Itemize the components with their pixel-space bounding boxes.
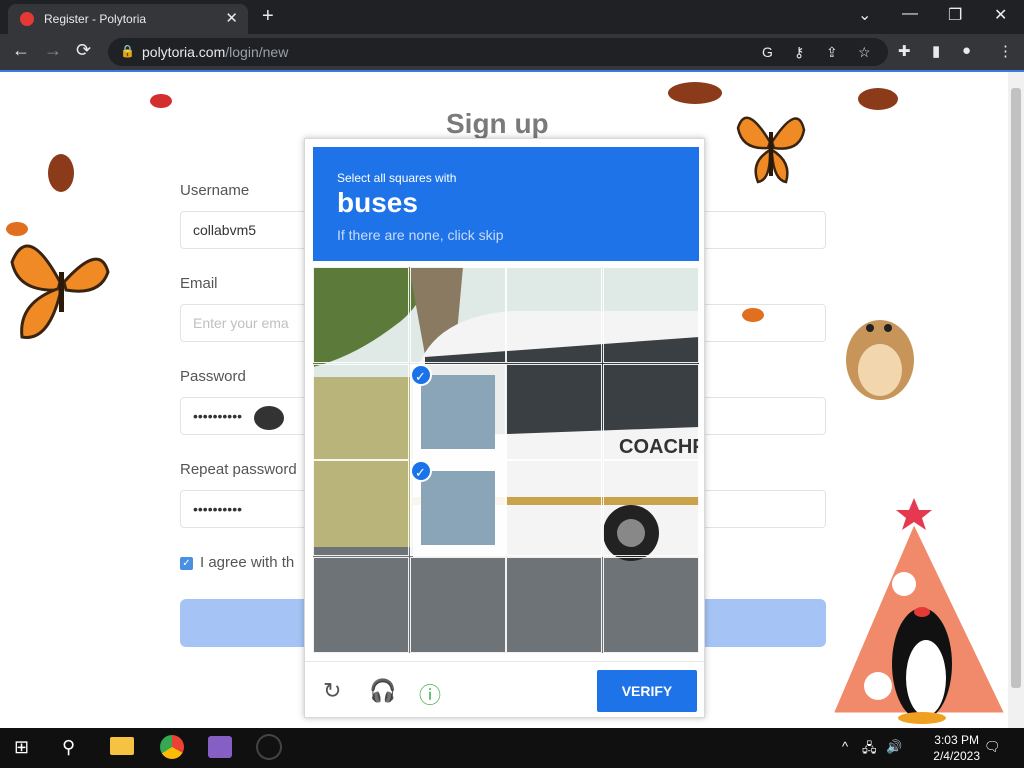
captcha-instruction: Select all squares with <box>337 171 457 185</box>
captcha-tile[interactable] <box>313 363 409 460</box>
checkmark-icon: ✓ <box>409 363 432 386</box>
reload-button[interactable]: ⟳ <box>76 40 91 61</box>
clock-time: 3:03 PM <box>934 733 979 747</box>
new-tab-button[interactable]: + <box>262 5 274 28</box>
password-label: Password <box>180 368 246 385</box>
captcha-tile[interactable]: ✓ <box>409 363 506 460</box>
captcha-tile[interactable] <box>409 267 506 363</box>
network-icon[interactable]: 🖧 <box>862 739 877 761</box>
repeat-password-label: Repeat password <box>180 461 297 478</box>
google-icon[interactable]: G <box>762 44 773 60</box>
captcha-tile[interactable] <box>602 460 699 556</box>
captcha-tile[interactable] <box>602 556 699 653</box>
close-window-button[interactable]: ✕ <box>994 5 1007 25</box>
url-text: polytoria.com/login/new <box>142 44 289 60</box>
cockroach-icon <box>858 88 898 110</box>
hamster-icon <box>846 320 914 400</box>
bookmark-star-icon[interactable]: ☆ <box>858 44 871 61</box>
captcha-tile[interactable] <box>506 556 602 653</box>
captcha-tile-image <box>420 374 495 449</box>
tab-title: Register - Polytoria <box>44 12 147 26</box>
address-bar[interactable]: 🔒 polytoria.com/login/new G ⚷ ⇪ ☆ <box>108 38 888 66</box>
captcha-image-grid: COACHPA ✓✓ <box>313 267 699 653</box>
captcha-dialog: Select all squares with buses If there a… <box>304 138 705 718</box>
captcha-tile[interactable] <box>409 556 506 653</box>
search-icon[interactable]: ⚲ <box>62 737 75 758</box>
captcha-tile[interactable] <box>313 460 409 556</box>
captcha-header: Select all squares with buses If there a… <box>313 147 699 261</box>
captcha-tile[interactable] <box>602 267 699 363</box>
pingu-app-icon[interactable] <box>258 736 280 758</box>
page-scrollbar[interactable] <box>1008 72 1024 728</box>
ladybug-icon <box>6 222 28 236</box>
tab-close-icon[interactable]: ✕ <box>225 9 238 27</box>
visual-studio-icon[interactable] <box>208 736 232 758</box>
butterfly-icon <box>10 244 110 339</box>
email-label: Email <box>180 275 218 292</box>
refresh-icon[interactable]: ↻ <box>323 678 341 704</box>
audio-headphones-icon[interactable]: 🎧 <box>369 678 396 704</box>
info-icon[interactable]: ⓘ <box>419 678 441 710</box>
captcha-tile[interactable] <box>506 267 602 363</box>
volume-icon[interactable]: 🔊 <box>886 739 902 755</box>
captcha-tile[interactable] <box>313 556 409 653</box>
notifications-icon[interactable]: 🗨 <box>984 739 1001 755</box>
back-button[interactable]: ← <box>12 40 30 61</box>
windows-start-icon[interactable]: ⊞ <box>14 737 29 758</box>
captcha-hint: If there are none, click skip <box>337 227 504 243</box>
polytoria-favicon-icon <box>20 12 34 26</box>
file-explorer-icon[interactable] <box>110 737 134 755</box>
lock-icon[interactable]: 🔒 <box>120 44 135 58</box>
captcha-tile[interactable] <box>602 363 699 460</box>
profile-icon[interactable]: ● <box>962 42 971 59</box>
captcha-tile[interactable] <box>506 363 602 460</box>
tab-register[interactable]: Register - Polytoria ✕ <box>8 4 248 34</box>
chrome-taskbar-icon[interactable] <box>160 735 184 759</box>
captcha-tile[interactable] <box>313 267 409 363</box>
browser-titlebar: Register - Polytoria ✕ + ⌄ — ❐ ✕ <box>0 0 1024 34</box>
fly-icon <box>254 406 284 430</box>
ladybug-icon <box>742 308 764 322</box>
extensions-icon[interactable]: ✚ <box>898 42 911 60</box>
minimize-button[interactable]: — <box>902 5 918 23</box>
forward-button[interactable]: → <box>44 40 62 61</box>
captcha-footer: ↻ 🎧 ⓘ VERIFY <box>305 661 704 718</box>
butterfly-icon <box>736 116 806 184</box>
windows-taskbar: ⊞ ⚲ ^ 🖧 🔊 3:03 PM 2/4/2023 🗨 <box>0 728 1024 768</box>
agree-label: I agree with th <box>200 554 295 571</box>
agree-checkbox[interactable]: ✓ <box>180 557 193 570</box>
username-label: Username <box>180 182 250 199</box>
verify-button[interactable]: VERIFY <box>597 670 697 712</box>
captcha-tile-image <box>420 471 495 545</box>
cockroach-icon <box>668 82 722 104</box>
chrome-menu-icon[interactable]: ⋮ <box>998 42 1013 60</box>
ladybug-icon <box>150 94 172 108</box>
captcha-target-word: buses <box>337 187 418 218</box>
checkmark-icon: ✓ <box>409 460 432 482</box>
scrollbar-thumb[interactable] <box>1011 88 1021 688</box>
side-panel-icon[interactable]: ▮ <box>932 42 940 60</box>
cockroach-icon <box>48 154 74 192</box>
captcha-tile[interactable]: ✓ <box>409 460 506 556</box>
restore-button[interactable]: ❐ <box>948 5 962 25</box>
captcha-tile[interactable] <box>506 460 602 556</box>
christmas-tree-pingu-icon <box>830 498 1008 724</box>
share-icon[interactable]: ⇪ <box>826 44 838 61</box>
clock-date: 2/4/2023 <box>933 749 980 763</box>
taskbar-clock[interactable]: 3:03 PM 2/4/2023 <box>933 732 980 764</box>
tab-search-chevron-icon[interactable]: ⌄ <box>858 5 871 25</box>
tray-overflow-icon[interactable]: ^ <box>842 739 848 754</box>
browser-toolbar: ← → ⟳ 🔒 polytoria.com/login/new G ⚷ ⇪ ☆ … <box>0 34 1024 72</box>
page-title: Sign up <box>446 108 549 139</box>
key-icon[interactable]: ⚷ <box>794 44 804 61</box>
